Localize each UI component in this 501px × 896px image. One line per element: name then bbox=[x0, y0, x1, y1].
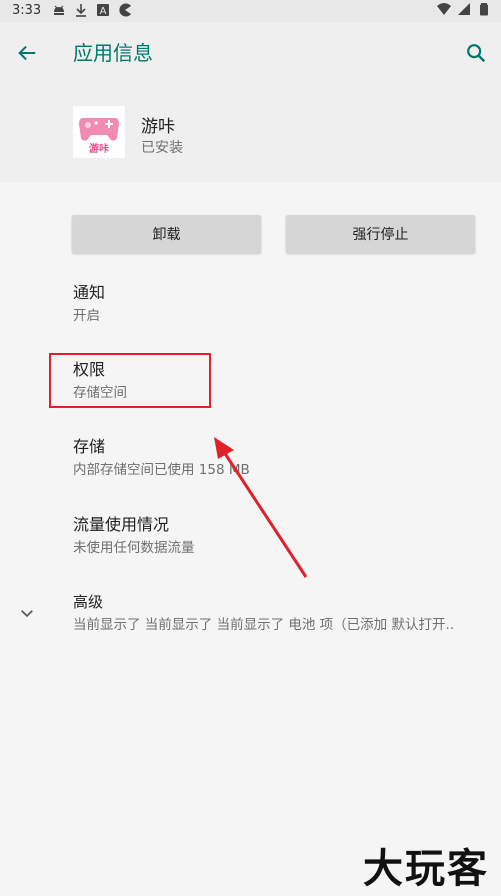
download-icon bbox=[76, 4, 86, 17]
app-install-status: 已安装 bbox=[141, 140, 183, 156]
item-title: 存储 bbox=[73, 437, 106, 456]
app-icon: 游咔 bbox=[73, 106, 125, 158]
settings-item-advanced[interactable]: 高级 当前显示了 当前显示了 当前显示了 电池 项（已添加 默认打开.. bbox=[73, 591, 488, 635]
notification-icons: A bbox=[52, 3, 132, 17]
android-debug-icon bbox=[54, 5, 64, 15]
app-header: 应用信息 游咔 游咔 已安装 bbox=[0, 22, 501, 182]
settings-item-data-usage[interactable]: 流量使用情况 未使用任何数据流量 bbox=[73, 514, 195, 558]
svg-text:A: A bbox=[100, 6, 107, 17]
status-bar: 3:33 A bbox=[0, 0, 501, 22]
search-icon bbox=[467, 44, 486, 63]
wifi-icon bbox=[437, 3, 451, 15]
settings-item-notifications[interactable]: 通知 开启 bbox=[73, 282, 105, 326]
search-button[interactable] bbox=[461, 38, 491, 68]
page-title: 应用信息 bbox=[73, 41, 153, 65]
force-stop-button[interactable]: 强行停止 bbox=[286, 215, 475, 253]
app-icon-label: 游咔 bbox=[89, 142, 109, 155]
settings-item-storage[interactable]: 存储 内部存储空间已使用 158 MB bbox=[73, 436, 250, 480]
item-title: 流量使用情况 bbox=[73, 515, 170, 534]
item-title: 高级 bbox=[73, 593, 104, 611]
advanced-expand-button[interactable] bbox=[14, 600, 40, 626]
watermark: 大玩客 bbox=[363, 845, 489, 892]
uninstall-button[interactable]: 卸载 bbox=[72, 215, 261, 253]
status-time: 3:33 bbox=[12, 3, 42, 18]
back-button[interactable] bbox=[12, 38, 42, 68]
app-info-screen: 3:33 A 应用信息 游咔 游咔 已安装 卸载 强行停止 通知 开启 权限 存… bbox=[0, 0, 501, 896]
item-subtitle: 当前显示了 当前显示了 当前显示了 电池 项（已添加 默认打开.. bbox=[73, 617, 455, 633]
app-name: 游咔 bbox=[141, 117, 175, 137]
highlight-box bbox=[49, 353, 211, 408]
signal-icon bbox=[458, 3, 470, 15]
a-icon: A bbox=[97, 4, 109, 17]
battery-icon bbox=[480, 3, 488, 16]
item-subtitle: 开启 bbox=[73, 308, 100, 324]
gamepad-icon: 游咔 bbox=[79, 118, 119, 155]
item-subtitle: 未使用任何数据流量 bbox=[73, 540, 195, 556]
item-title: 通知 bbox=[73, 283, 106, 302]
arrow-left-icon bbox=[18, 45, 36, 61]
item-subtitle: 内部存储空间已使用 158 MB bbox=[73, 462, 250, 478]
pacman-icon bbox=[119, 3, 131, 17]
system-icons bbox=[437, 2, 491, 16]
chevron-down-icon bbox=[21, 610, 33, 618]
